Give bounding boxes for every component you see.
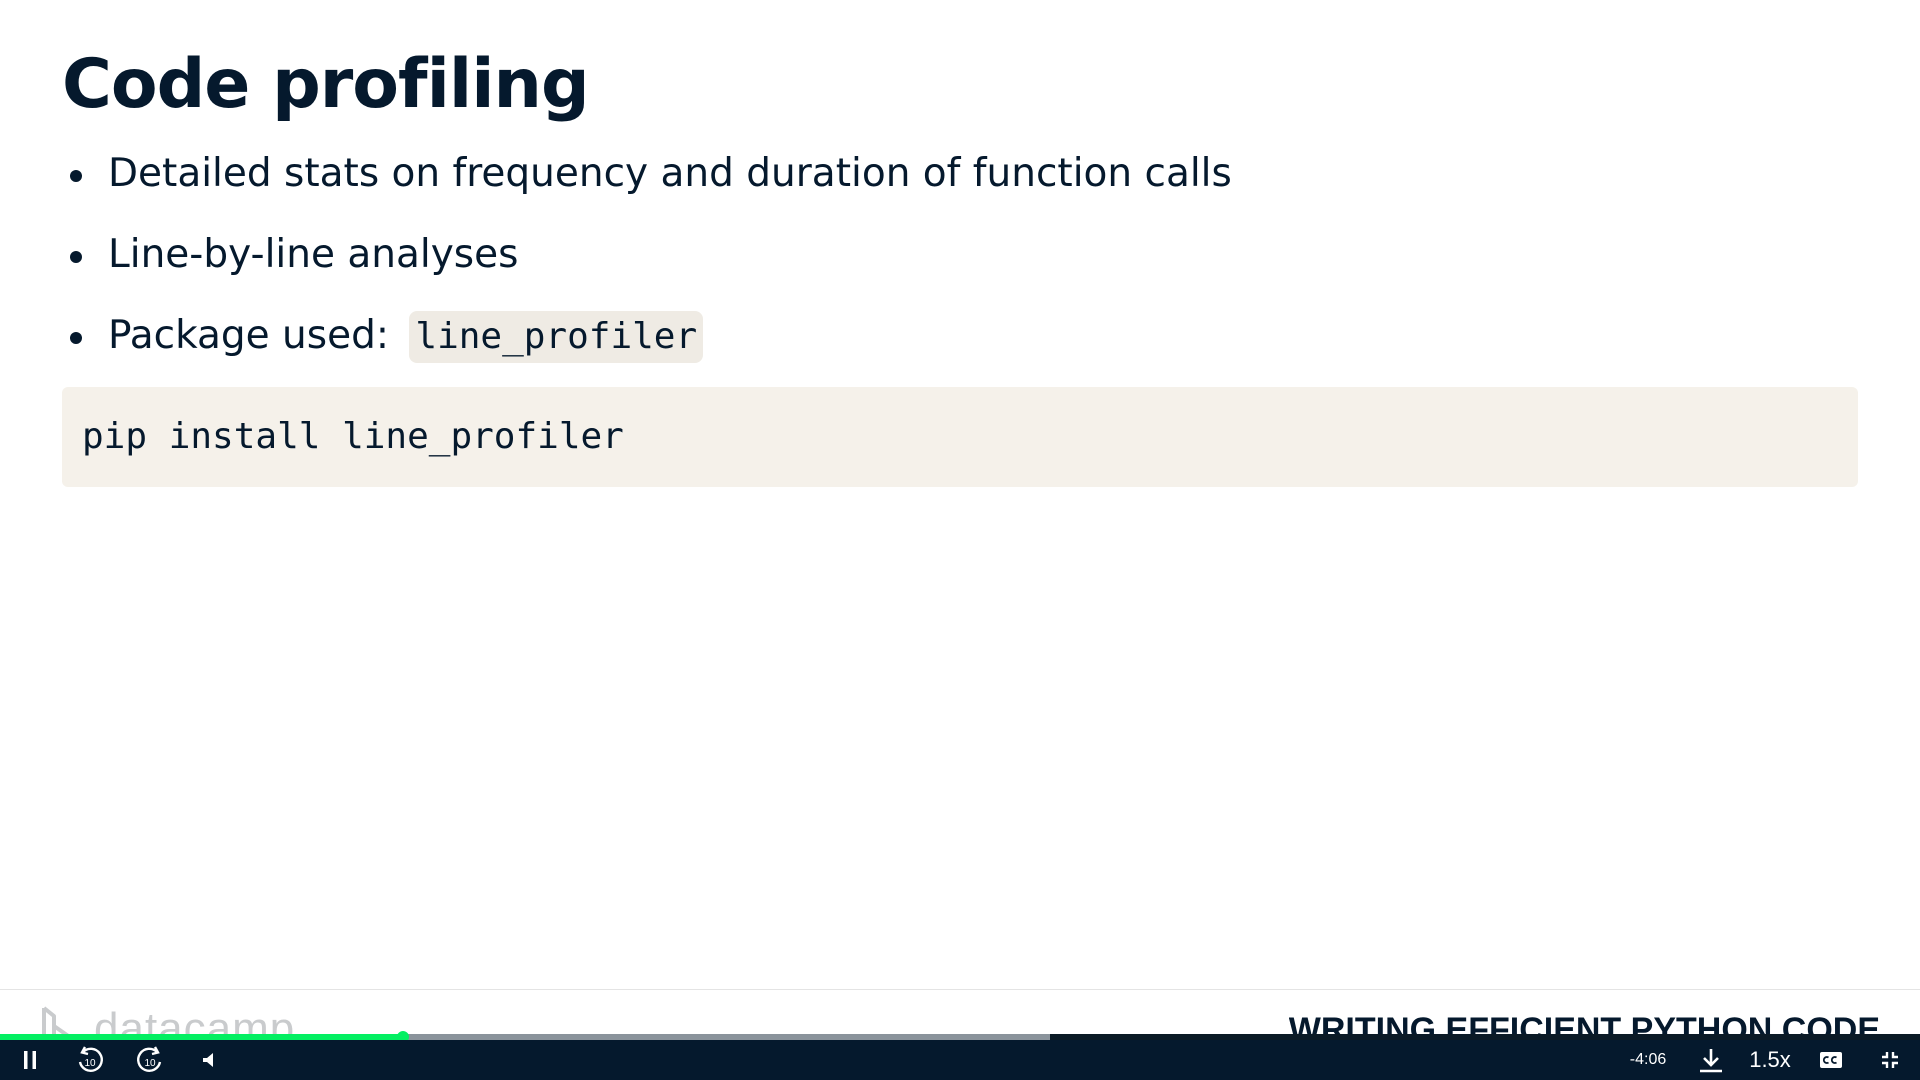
bullet-item: Package used: line_profiler <box>68 310 1232 391</box>
download-icon <box>1700 1049 1722 1073</box>
volume-icon <box>203 1053 213 1067</box>
bullet-dot-icon <box>70 332 82 344</box>
bullet-text: Line-by-line analyses <box>108 232 519 277</box>
rewind-10-label: 10 <box>84 1058 96 1069</box>
download-button[interactable] <box>1694 1040 1728 1080</box>
pause-icon <box>24 1051 36 1069</box>
bullet-dot-icon <box>70 170 82 182</box>
bullet-item: Detailed stats on frequency and duration… <box>68 148 1232 229</box>
pause-button[interactable] <box>14 1040 46 1080</box>
player-controls: 10 10 -4:06 1.5x <box>0 1040 1920 1080</box>
rewind-10-icon: 10 <box>78 1046 103 1072</box>
bullet-item: Line-by-line analyses <box>68 229 1232 310</box>
bullet-text: Detailed stats on frequency and duration… <box>108 151 1232 196</box>
exit-fullscreen-icon <box>1882 1052 1898 1068</box>
course-title: WRITING EFFICIENT PYTHON CODE <box>1288 1011 1880 1036</box>
exit-fullscreen-button[interactable] <box>1874 1040 1906 1080</box>
bullet-text: Package used: <box>108 313 389 358</box>
bullet-dot-icon <box>70 251 82 263</box>
inline-code-package: line_profiler <box>409 311 704 363</box>
slide-title: Code profiling <box>62 45 590 124</box>
forward-10-button[interactable]: 10 <box>130 1040 170 1080</box>
captions-icon <box>1820 1052 1842 1068</box>
forward-10-label: 10 <box>144 1058 156 1069</box>
code-block: pip install line_profiler <box>62 387 1858 487</box>
time-remaining: -4:06 <box>1629 1051 1667 1068</box>
rewind-10-button[interactable]: 10 <box>70 1040 110 1080</box>
bullet-list: Detailed stats on frequency and duration… <box>68 148 1232 391</box>
footer-divider <box>0 989 1920 990</box>
forward-10-icon: 10 <box>137 1046 162 1072</box>
volume-button[interactable] <box>196 1040 224 1080</box>
playback-speed-button[interactable]: 1.5x <box>1742 1040 1798 1080</box>
captions-button[interactable] <box>1814 1040 1848 1080</box>
